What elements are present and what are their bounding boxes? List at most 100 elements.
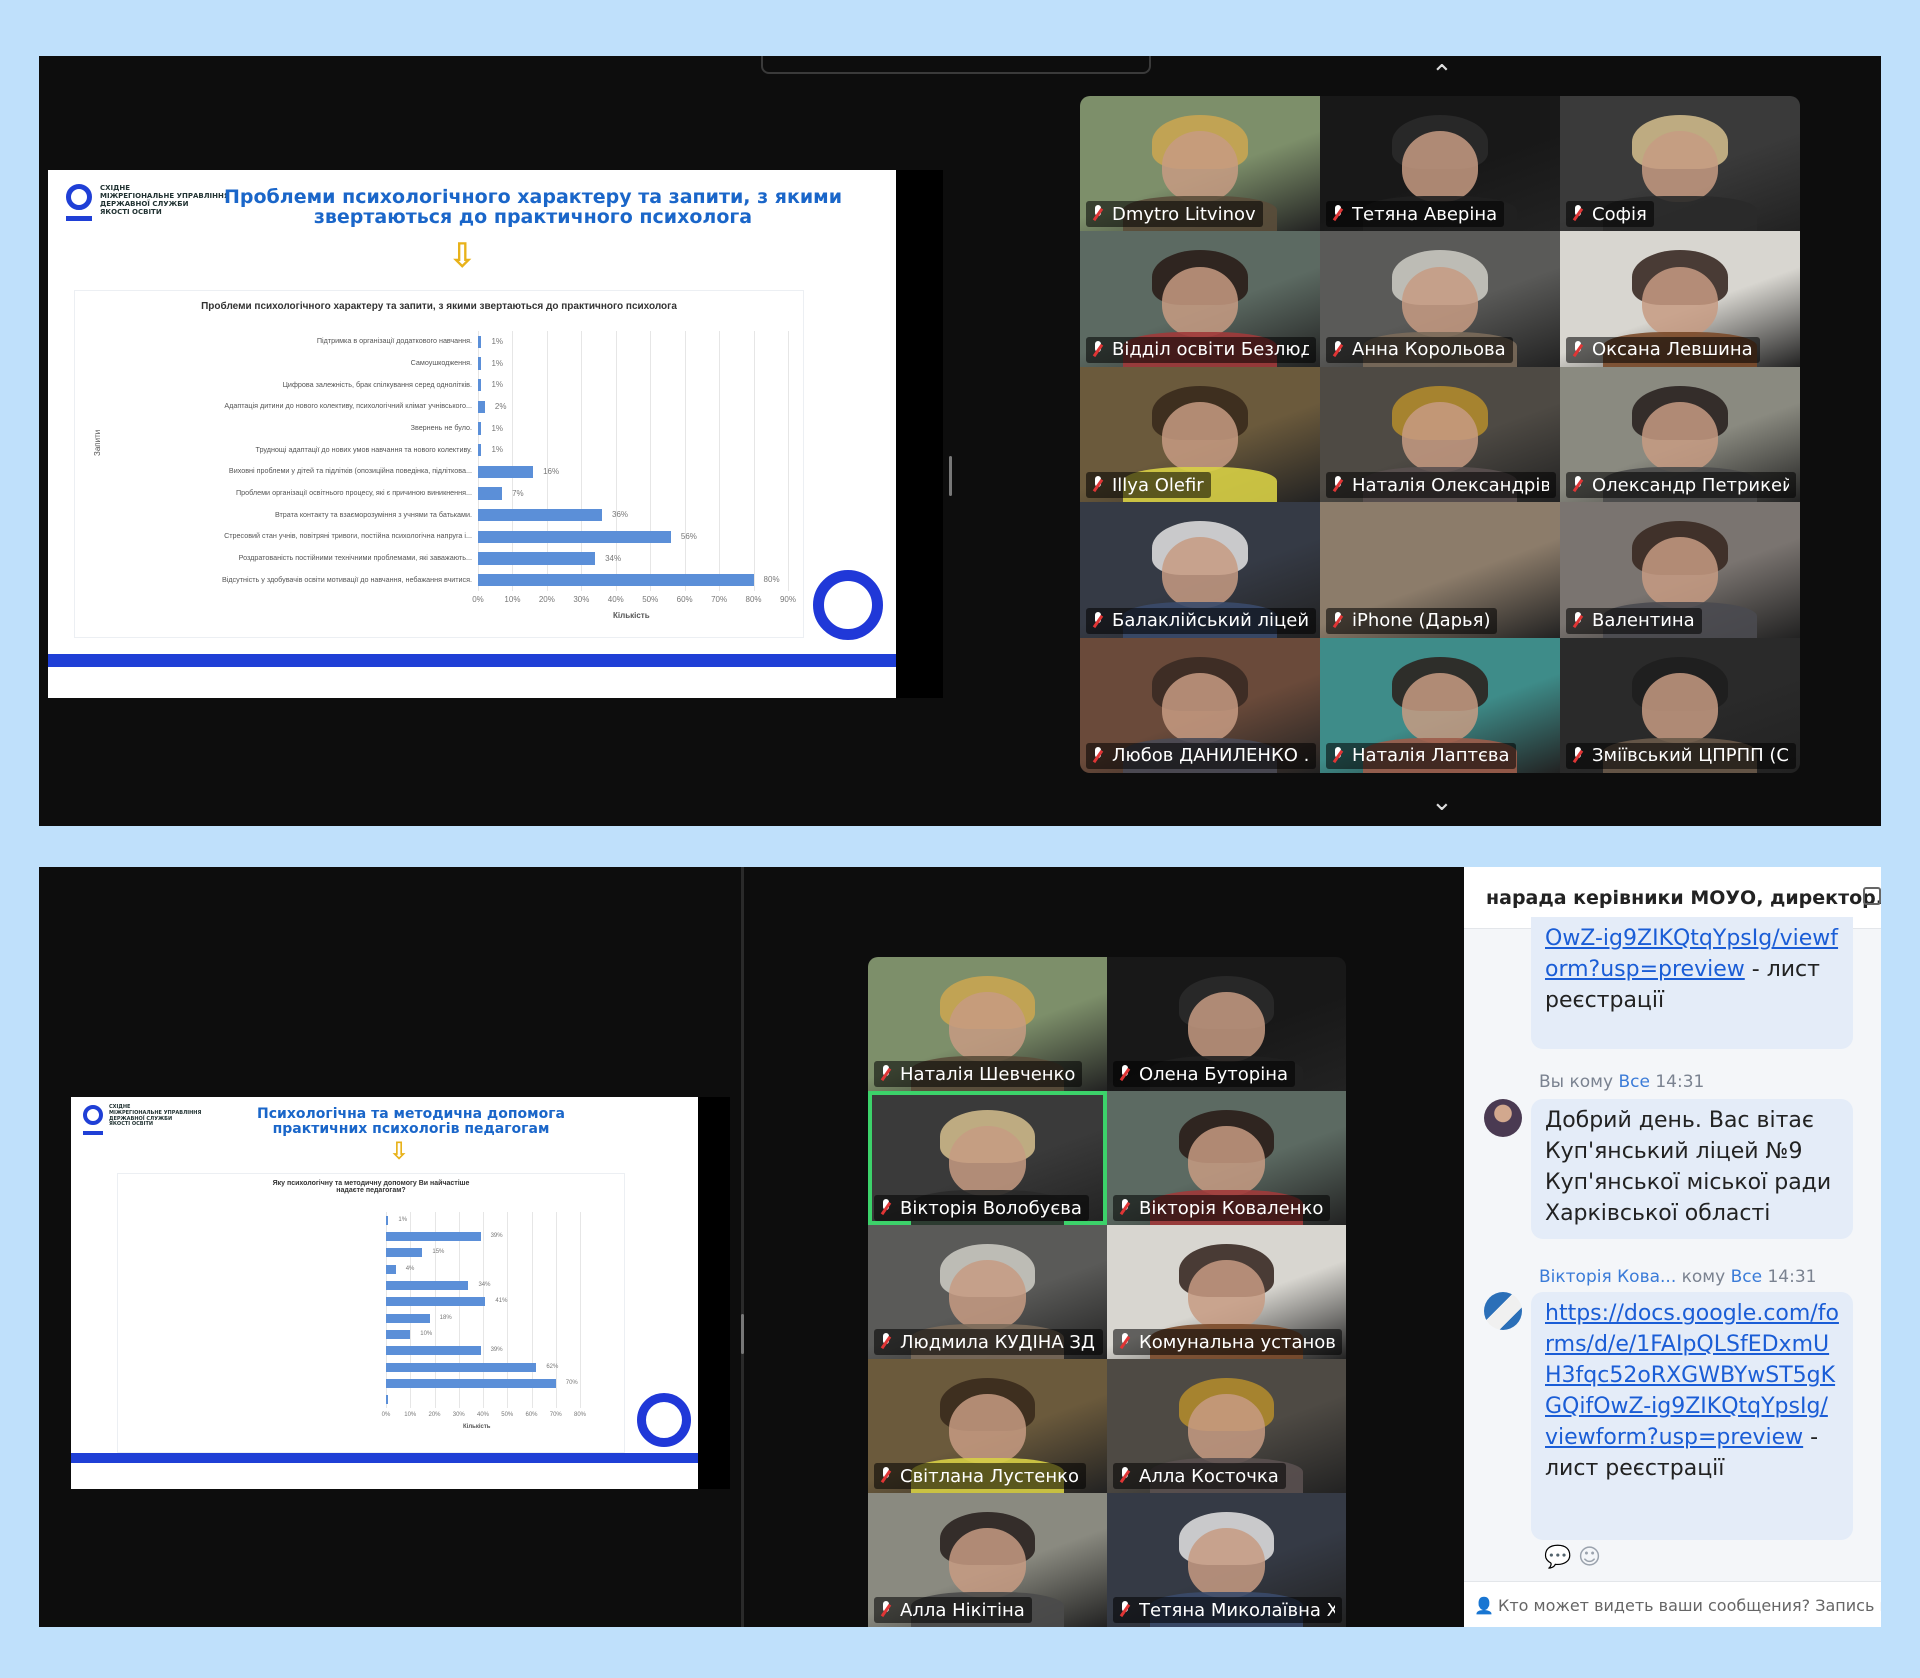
participant-nametag: Наталія Олександрівна [1326, 472, 1557, 499]
reply-icon[interactable]: 💬 [1544, 1545, 1571, 1570]
mic-muted-icon [1570, 746, 1586, 766]
bar-value-label: 1% [491, 380, 503, 390]
category-label: Роздратованість постійними технічними пр… [238, 552, 472, 562]
x-tick-label: 10% [504, 595, 521, 604]
bar-chart: Яку психологічну та методичну допомогу В… [117, 1173, 625, 1453]
bar [478, 357, 482, 370]
participant-tile[interactable]: Комунальна установа... [1107, 1225, 1346, 1359]
participant-tile[interactable]: Вікторія Коваленко [1107, 1091, 1346, 1225]
participant-nametag: Наталія Шевченко [874, 1061, 1083, 1087]
shared-slide: СХІДНЕ МІЖРЕГІОНАЛЬНЕ УПРАВЛІННЯ ДЕРЖАВН… [48, 170, 896, 698]
message-time: 14:31 [1655, 1072, 1705, 1092]
participant-name: Тетяна Миколаївна Х... [1139, 1599, 1336, 1621]
participant-tile[interactable]: Софія [1560, 96, 1800, 232]
participant-tile[interactable]: Illya Olefir [1080, 366, 1320, 503]
participant-name: Dmytro Litvinov [1112, 203, 1256, 225]
emoji-reaction-icon[interactable]: ☺ [1578, 1545, 1601, 1570]
logo-text: СХІДНЕ МІЖРЕГІОНАЛЬНЕ УПРАВЛІННЯ ДЕРЖАВН… [109, 1104, 202, 1128]
participant-name: Любов ДАНИЛЕНКО ... [1112, 745, 1310, 767]
participant-nametag: Алла Косточка [1113, 1463, 1286, 1489]
bar [478, 335, 482, 348]
bar [386, 1313, 430, 1323]
mic-muted-icon [878, 1600, 894, 1620]
participant-name: Зміївський ЦПРПП (С... [1592, 745, 1790, 767]
participant-nametag: Анна Корольова [1326, 336, 1513, 363]
category-label: Підтримка в організації додаткового навч… [316, 336, 472, 346]
participant-tile[interactable]: Тетяна Миколаївна Х... [1107, 1493, 1346, 1627]
splitter-handle[interactable] [741, 1314, 744, 1354]
bar-value-label: 7% [512, 488, 524, 498]
participant-tile[interactable]: Алла Косточка [1107, 1359, 1346, 1493]
bar-value-label: 1% [491, 337, 503, 347]
arrow-down-icon: ⇩ [448, 236, 477, 276]
participant-tile[interactable]: Dmytro Litvinov [1080, 96, 1320, 232]
bar [386, 1264, 396, 1274]
x-tick-label: 90% [779, 595, 796, 604]
mic-muted-icon [1570, 475, 1586, 495]
participant-tile[interactable]: Наталія Шевченко [868, 957, 1107, 1091]
chat-visibility-notice[interactable]: Кто может видеть ваши сообщения? Запись … [1498, 1596, 1881, 1615]
x-tick-label: 40% [607, 595, 624, 604]
category-label: Самоушкодження. [410, 357, 472, 367]
sender-name[interactable]: Вікторія Кова... [1539, 1267, 1676, 1287]
participant-tile[interactable]: Людмила КУДІНА ЗД... [868, 1225, 1107, 1359]
participant-tile[interactable]: Наталія Олександрівна [1320, 366, 1560, 503]
bar [478, 422, 482, 435]
mic-muted-icon [1570, 611, 1586, 631]
slide-band [71, 1453, 698, 1463]
participant-gallery: Dmytro Litvinov Тетяна Аверіна Софія Відділ… [1080, 96, 1800, 773]
participant-tile[interactable]: iPhone (Дарья) [1320, 502, 1560, 638]
participant-tile[interactable]: Анна Корольова [1320, 231, 1560, 367]
avatar[interactable] [1484, 1099, 1522, 1137]
x-tick-label: 0% [472, 595, 484, 604]
x-axis-label: Кількість [463, 1424, 491, 1430]
divider [741, 867, 744, 1627]
participant-tile[interactable]: Алла Нікітіна [868, 1493, 1107, 1627]
category-label: Втрата контакту та взаєморозуміння з учн… [274, 509, 472, 519]
bar-value-label: 1% [491, 445, 503, 455]
chat-link[interactable]: https://docs.google.com/forms/d/e/1FAIpQ… [1545, 1301, 1839, 1450]
participant-tile[interactable]: Олександр Петрикей [1560, 366, 1800, 503]
category-label: Звернень не було. [410, 422, 472, 432]
participant-face [1401, 266, 1479, 337]
recipient-scope[interactable]: Все [1618, 1072, 1649, 1092]
participant-tile[interactable]: Олена Буторіна [1107, 957, 1346, 1091]
gridline [684, 331, 686, 591]
mic-muted-icon [1090, 475, 1106, 495]
participant-name: Анна Корольова [1352, 339, 1506, 361]
participant-tile[interactable]: Вікторія Волобуєва [868, 1091, 1107, 1225]
people-icon[interactable]: 👤 [1474, 1596, 1494, 1615]
participant-tile[interactable]: Наталія Лаптєва [1320, 637, 1560, 773]
category-label: Проблеми організації освітнього процесу,… [235, 487, 472, 497]
recipient-scope[interactable]: Все [1731, 1267, 1762, 1287]
participant-tile[interactable]: Оксана Левшина [1560, 231, 1800, 367]
participant-name: Наталія Лаптєва [1352, 745, 1510, 767]
participant-face [1641, 131, 1719, 202]
toolbar-notch[interactable] [761, 56, 1151, 74]
participant-name: Illya Olefir [1112, 474, 1204, 496]
bar [386, 1329, 411, 1340]
participant-nametag: Вікторія Коваленко [1113, 1195, 1331, 1221]
participant-tile[interactable]: Любов ДАНИЛЕНКО ... [1080, 637, 1320, 773]
category-label: Труднощі адаптації до нових умов навчанн… [255, 444, 472, 454]
participant-tile[interactable]: Валентина [1560, 502, 1800, 638]
participant-face [1188, 1259, 1265, 1330]
avatar[interactable] [1484, 1292, 1522, 1330]
x-tick-label: 20% [538, 595, 555, 604]
chat-message: Добрий день. Вас вітає Куп'янський ліцей… [1531, 1099, 1853, 1239]
participant-tile[interactable]: Зміївський ЦПРПП (С... [1560, 637, 1800, 773]
chevron-up-icon[interactable]: ⌃ [1431, 62, 1453, 88]
x-tick-label: 70% [711, 595, 728, 604]
participant-tile[interactable]: Світлана Лустенко [868, 1359, 1107, 1493]
participant-name: Алла Нікітіна [900, 1599, 1025, 1621]
bar [386, 1248, 423, 1258]
popout-icon[interactable] [1863, 887, 1881, 905]
chevron-down-icon[interactable]: ⌃ [1431, 784, 1453, 814]
participant-name: Комунальна установа... [1139, 1331, 1336, 1353]
participant-tile[interactable]: Відділ освіти Безлюді... [1080, 231, 1320, 367]
participant-face [1401, 131, 1479, 202]
splitter-handle[interactable] [949, 456, 952, 496]
participant-tile[interactable]: Тетяна Аверіна [1320, 96, 1560, 232]
participant-tile[interactable]: Балаклійський ліцей ... [1080, 502, 1320, 638]
bar-value-label: 4% [405, 1265, 415, 1272]
